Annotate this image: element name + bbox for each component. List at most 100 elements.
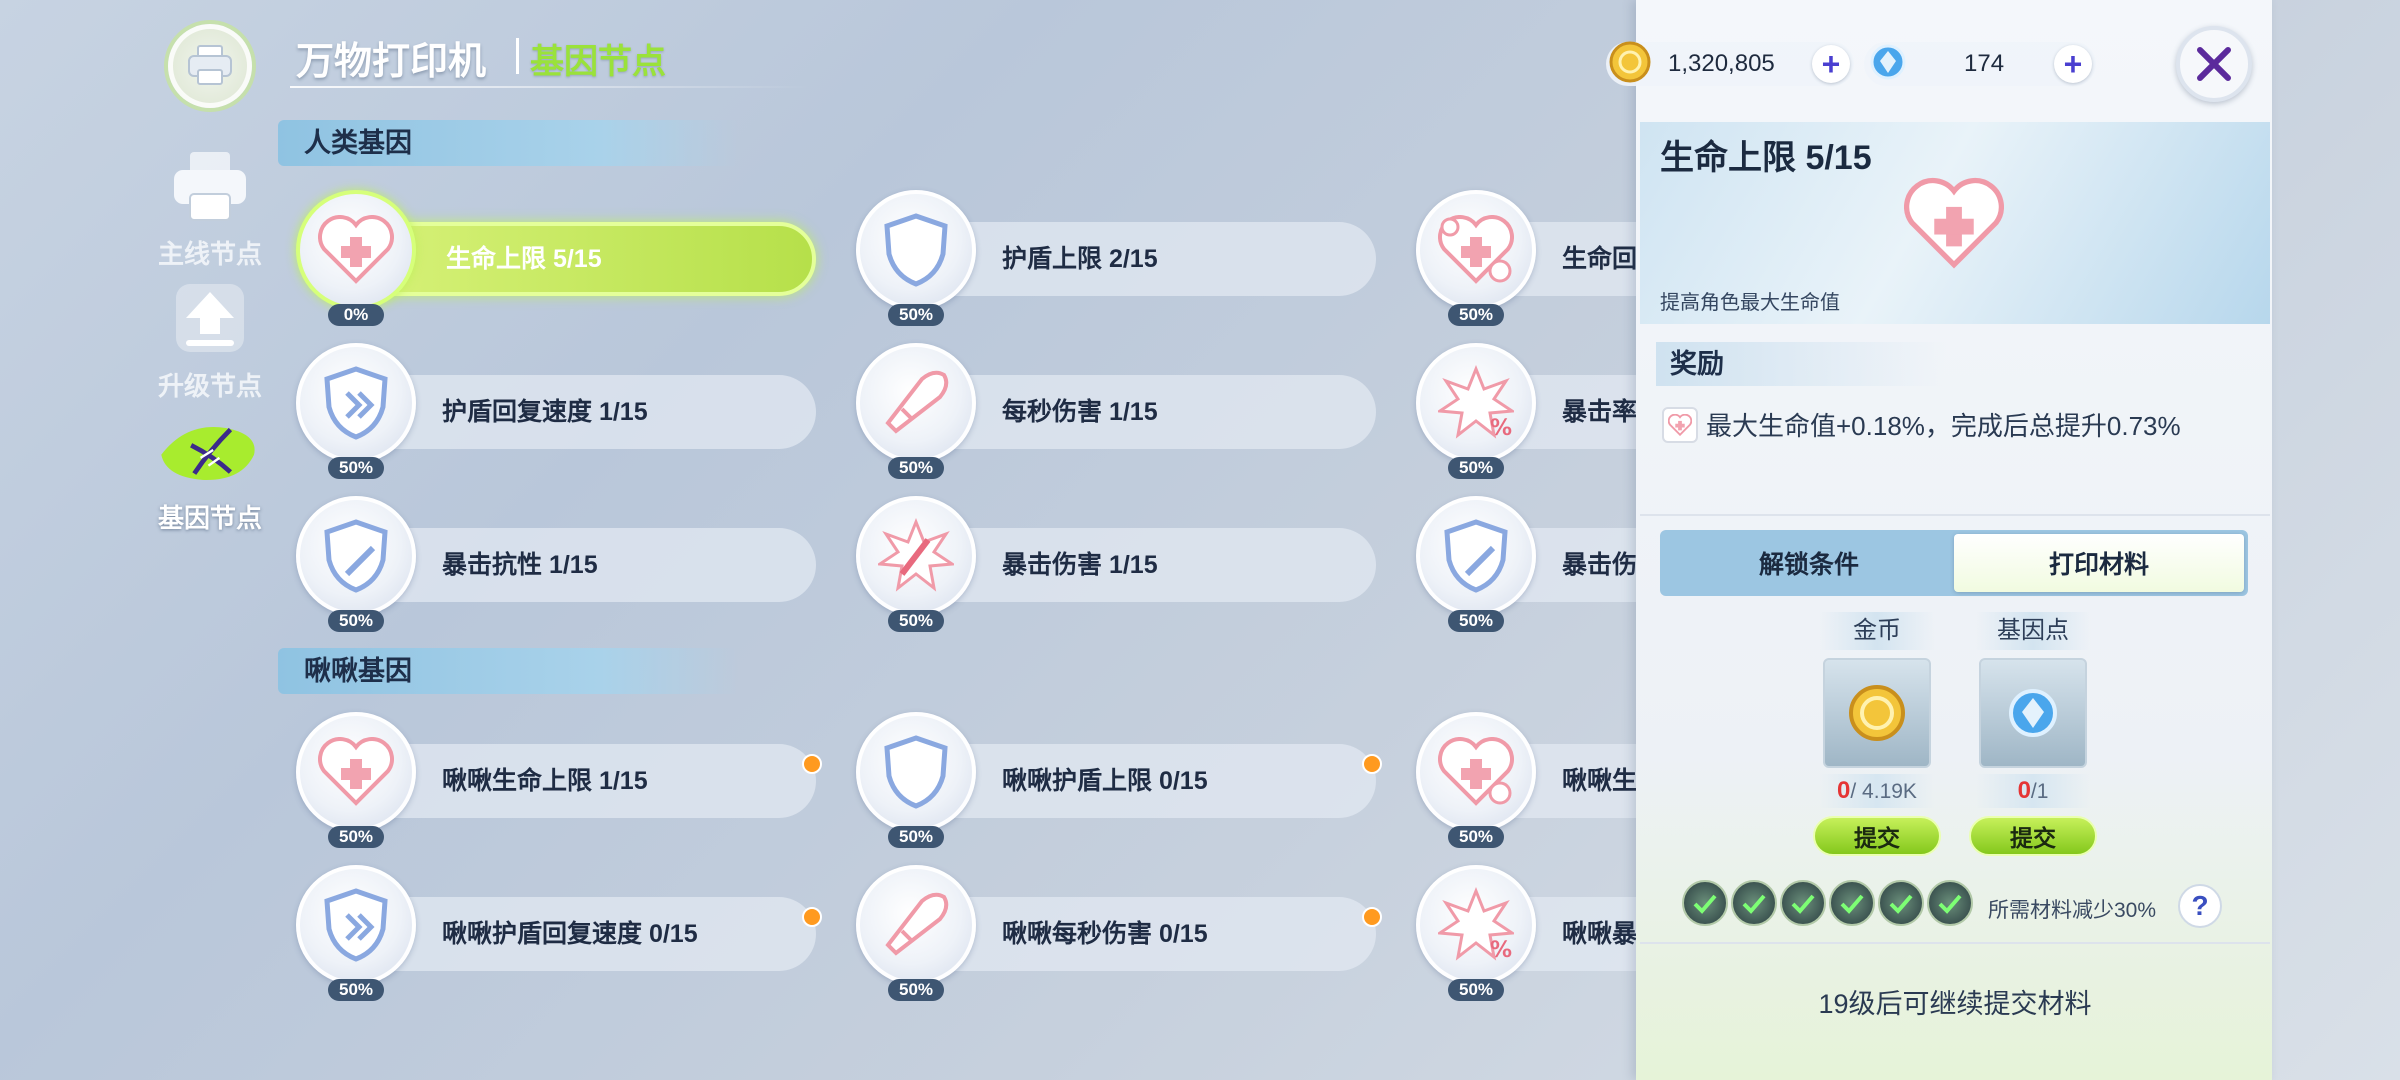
help-button[interactable]: ?	[2178, 884, 2222, 928]
dna-icon	[155, 404, 265, 496]
gene-label: 护盾上限 2/15	[906, 222, 1376, 296]
add-gold-button[interactable]: +	[1812, 45, 1850, 83]
material-count: 0/1	[1975, 774, 2091, 808]
add-gene-button[interactable]: +	[2054, 45, 2092, 83]
gene-progress-label: 50%	[1448, 610, 1504, 632]
check-buff-icon	[1731, 880, 1777, 926]
heart-plus-icon	[1662, 406, 1698, 443]
title-underline	[290, 86, 810, 88]
tab-unlock-conditions[interactable]: 解锁条件	[1664, 534, 1954, 592]
gene-node-jiujiu-shield-regen[interactable]: 啾啾护盾回复速度 0/15 50%	[296, 865, 822, 1001]
gene-point-icon	[1979, 658, 2087, 768]
gene-node-shield-max[interactable]: 护盾上限 2/15 50%	[856, 190, 1376, 326]
nav-label: 主线节点	[157, 239, 262, 269]
gene-progress-label: 50%	[1448, 304, 1504, 326]
crit-rate-icon: %	[1416, 343, 1536, 463]
material-have: 0	[1837, 777, 1851, 804]
app-logo	[168, 24, 252, 108]
gene-node-jiujiu-shield-max[interactable]: 啾啾护盾上限 0/15 50%	[856, 712, 1382, 848]
nav-label: 基因节点	[157, 503, 262, 533]
printer-icon	[188, 45, 232, 85]
close-icon	[2197, 47, 2231, 81]
check-buff-icon	[1878, 880, 1924, 926]
heart-plus-icon	[296, 712, 416, 832]
shield-icon	[856, 190, 976, 310]
detail-description: 提高角色最大生命值	[1660, 292, 1840, 314]
gene-node-shield-regen[interactable]: 护盾回复速度 1/15 50%	[296, 343, 816, 479]
gene-progress-label: 0%	[328, 304, 384, 326]
material-discount-text: 所需材料减少30%	[1988, 899, 2157, 922]
crit-damage-resist-icon	[1416, 496, 1536, 616]
gene-node-jiujiu-dps[interactable]: 啾啾每秒伤害 0/15 50%	[856, 865, 1382, 1001]
crit-rate-icon: %	[1416, 865, 1536, 985]
gene-progress-label: 50%	[328, 979, 384, 1001]
reward-header: 奖励	[1656, 342, 1946, 386]
gene-label: 生命上限 5/15	[346, 222, 816, 296]
material-label: 金币	[1819, 612, 1935, 650]
material-label: 基因点	[1975, 612, 2091, 650]
notification-dot	[802, 754, 822, 774]
gene-progress-label: 50%	[888, 979, 944, 1001]
svg-text:%: %	[1490, 416, 1512, 441]
gene-node-dps[interactable]: 每秒伤害 1/15 50%	[856, 343, 1376, 479]
gene-node-crit-damage[interactable]: 暴击伤害 1/15 50%	[856, 496, 1376, 632]
bullet-icon	[856, 343, 976, 463]
gene-progress-label: 50%	[1448, 979, 1504, 1001]
divider	[1640, 514, 2270, 516]
gene-point-icon	[1868, 42, 1908, 87]
tab-print-materials[interactable]: 打印材料	[1954, 534, 2244, 592]
material-have: 0	[2017, 777, 2031, 804]
section-header-jiujiu-genes: 啾啾基因	[278, 648, 738, 694]
buff-icons	[1682, 880, 1973, 926]
upload-arrow-icon	[155, 272, 265, 364]
crit-damage-icon	[856, 496, 976, 616]
material-gold: 金币 0/ 4.19K 提交	[1813, 612, 1941, 856]
gene-progress-label: 50%	[1448, 826, 1504, 848]
gene-progress-label: 50%	[888, 610, 944, 632]
shield-regen-icon	[296, 343, 416, 463]
notification-dot	[802, 907, 822, 927]
check-buff-icon	[1682, 880, 1728, 926]
heart-regen-icon	[1416, 190, 1536, 310]
section-header-human-genes: 人类基因	[278, 120, 738, 166]
nav-item-upgrade-nodes[interactable]: 升级节点	[140, 272, 280, 403]
heart-plus-icon	[296, 190, 416, 310]
gene-progress-label: 50%	[328, 457, 384, 479]
material-need: /1	[2030, 780, 2049, 803]
close-button[interactable]	[2176, 26, 2252, 102]
material-gene-point: 基因点 0/1 提交	[1969, 612, 2097, 856]
gene-node-hp-max[interactable]: 生命上限 5/15 0%	[296, 190, 816, 326]
gold-coin-icon	[1608, 40, 1652, 89]
nav-item-main-nodes[interactable]: 主线节点	[140, 140, 280, 271]
nav-label: 升级节点	[157, 371, 262, 401]
gene-label: 护盾回复速度 1/15	[346, 375, 816, 449]
nav-item-gene-nodes[interactable]: 基因节点	[140, 404, 280, 535]
shield-icon	[856, 712, 976, 832]
material-count: 0/ 4.19K	[1819, 774, 1935, 808]
detail-title: 生命上限 5/15	[1660, 139, 1872, 177]
page-title: 基因节点	[530, 43, 666, 81]
submit-gold-button[interactable]: 提交	[1813, 816, 1941, 856]
detail-tabs: 解锁条件 打印材料	[1660, 530, 2248, 596]
gene-label: 暴击抗性 1/15	[346, 528, 816, 602]
check-buff-icon	[1829, 880, 1875, 926]
gene-progress-label: 50%	[328, 826, 384, 848]
level-requirement-note: 19级后可继续提交材料	[1818, 989, 2092, 1019]
gene-node-jiujiu-hp-max[interactable]: 啾啾生命上限 1/15 50%	[296, 712, 822, 848]
gene-progress-label: 50%	[888, 826, 944, 848]
shield-regen-icon	[296, 865, 416, 985]
printer-icon	[155, 140, 265, 232]
submit-gene-point-button[interactable]: 提交	[1969, 816, 2097, 856]
reward-line: 最大生命值+0.18%，完成后总提升0.73%	[1662, 406, 2181, 443]
gene-label: 啾啾每秒伤害 0/15	[906, 897, 1376, 971]
bullet-icon	[856, 865, 976, 985]
gold-amount: 1,320,805	[1668, 50, 1775, 77]
svg-text:%: %	[1490, 938, 1512, 963]
title-separator	[516, 38, 519, 74]
gene-label: 啾啾生命上限 1/15	[346, 744, 816, 818]
app-title: 万物打印机	[296, 41, 487, 83]
gene-node-crit-resist[interactable]: 暴击抗性 1/15 50%	[296, 496, 816, 632]
gold-currency: 1,320,805 +	[1606, 40, 1854, 89]
divider	[1640, 942, 2270, 944]
gene-progress-label: 50%	[888, 457, 944, 479]
